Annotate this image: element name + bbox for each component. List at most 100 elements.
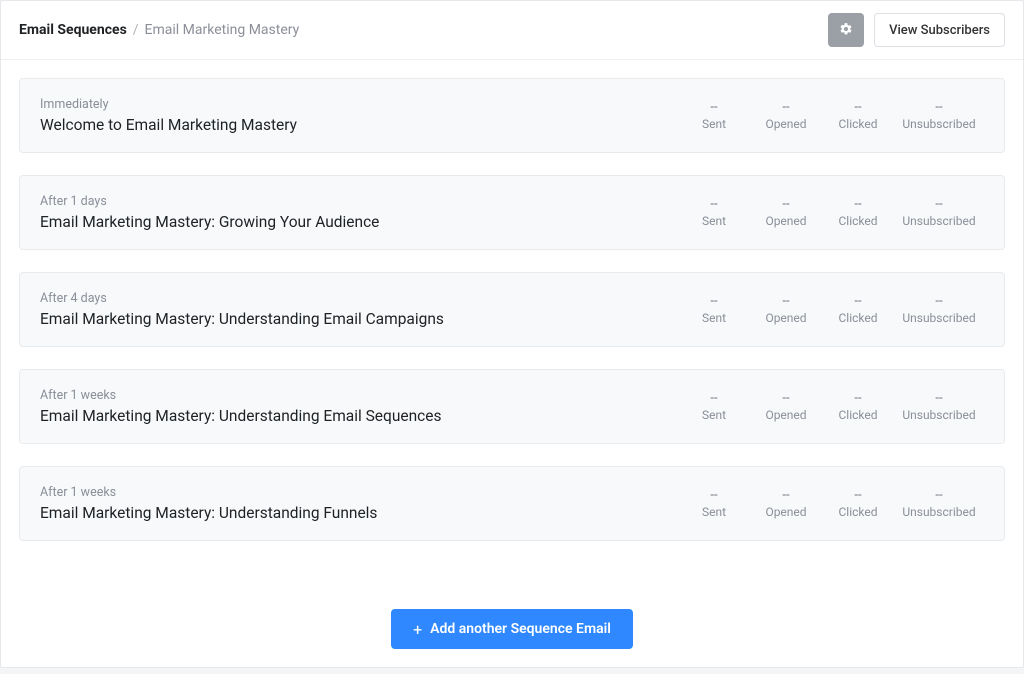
email-timing: After 1 weeks: [40, 485, 678, 500]
header-actions: View Subscribers: [828, 13, 1005, 47]
stat-value: --: [750, 294, 822, 309]
email-card[interactable]: After 1 weeks Email Marketing Mastery: Un…: [19, 369, 1005, 444]
add-sequence-email-button[interactable]: + Add another Sequence Email: [391, 609, 633, 649]
email-timing: After 1 days: [40, 194, 678, 209]
email-title: Email Marketing Mastery: Understanding F…: [40, 504, 678, 522]
stat-clicked: -- Clicked: [822, 197, 894, 228]
email-card[interactable]: After 1 days Email Marketing Mastery: Gro…: [19, 175, 1005, 250]
stat-value: --: [894, 100, 984, 115]
footer: + Add another Sequence Email: [1, 581, 1023, 667]
settings-button[interactable]: [828, 13, 864, 47]
stat-value: --: [822, 488, 894, 503]
stat-value: --: [750, 197, 822, 212]
email-title: Email Marketing Mastery: Understanding E…: [40, 310, 678, 328]
plus-icon: +: [413, 620, 422, 639]
stat-clicked: -- Clicked: [822, 488, 894, 519]
email-info: After 1 days Email Marketing Mastery: Gro…: [40, 194, 678, 231]
stat-value: --: [678, 294, 750, 309]
stat-label: Sent: [678, 408, 750, 422]
stat-value: --: [678, 391, 750, 406]
stat-value: --: [822, 391, 894, 406]
email-card[interactable]: After 1 weeks Email Marketing Mastery: Un…: [19, 466, 1005, 541]
stat-value: --: [750, 488, 822, 503]
stat-clicked: -- Clicked: [822, 294, 894, 325]
stat-value: --: [822, 294, 894, 309]
email-stats: --Sent--Opened--Clicked--Unsubscribed: [678, 294, 984, 325]
stat-label: Opened: [750, 117, 822, 131]
stat-label: Opened: [750, 408, 822, 422]
stat-opened: -- Opened: [750, 294, 822, 325]
stat-label: Clicked: [822, 117, 894, 131]
breadcrumb-current: Email Marketing Mastery: [145, 22, 300, 38]
email-info: After 4 days Email Marketing Mastery: Und…: [40, 291, 678, 328]
stat-value: --: [822, 197, 894, 212]
stat-label: Sent: [678, 117, 750, 131]
page-container: Email Sequences / Email Marketing Master…: [0, 0, 1024, 668]
stat-label: Clicked: [822, 505, 894, 519]
stat-label: Opened: [750, 505, 822, 519]
email-info: After 1 weeks Email Marketing Mastery: Un…: [40, 485, 678, 522]
email-card[interactable]: Immediately Welcome to Email Marketing Ma…: [19, 78, 1005, 153]
stat-sent: -- Sent: [678, 100, 750, 131]
stat-value: --: [750, 391, 822, 406]
stat-label: Clicked: [822, 408, 894, 422]
stat-label: Clicked: [822, 311, 894, 325]
view-subscribers-button[interactable]: View Subscribers: [874, 13, 1005, 47]
stat-sent: -- Sent: [678, 391, 750, 422]
stat-opened: -- Opened: [750, 197, 822, 228]
email-list: Immediately Welcome to Email Marketing Ma…: [1, 60, 1023, 581]
stat-unsubscribed: -- Unsubscribed: [894, 197, 984, 228]
stat-sent: -- Sent: [678, 488, 750, 519]
email-title: Email Marketing Mastery: Growing Your Au…: [40, 213, 678, 231]
stat-value: --: [678, 197, 750, 212]
stat-unsubscribed: -- Unsubscribed: [894, 488, 984, 519]
email-card[interactable]: After 4 days Email Marketing Mastery: Und…: [19, 272, 1005, 347]
stat-label: Unsubscribed: [894, 505, 984, 519]
stat-value: --: [822, 100, 894, 115]
gear-icon: [839, 22, 853, 39]
stat-label: Unsubscribed: [894, 117, 984, 131]
breadcrumb: Email Sequences / Email Marketing Master…: [19, 22, 299, 38]
stat-label: Opened: [750, 214, 822, 228]
stat-label: Clicked: [822, 214, 894, 228]
stat-unsubscribed: -- Unsubscribed: [894, 100, 984, 131]
stat-value: --: [678, 100, 750, 115]
email-timing: Immediately: [40, 97, 678, 112]
stat-value: --: [894, 197, 984, 212]
stat-clicked: -- Clicked: [822, 391, 894, 422]
breadcrumb-separator: /: [133, 22, 139, 38]
email-timing: After 4 days: [40, 291, 678, 306]
stat-value: --: [894, 391, 984, 406]
email-stats: --Sent--Opened--Clicked--Unsubscribed: [678, 391, 984, 422]
stat-label: Sent: [678, 311, 750, 325]
add-sequence-email-label: Add another Sequence Email: [430, 621, 611, 637]
email-info: After 1 weeks Email Marketing Mastery: Un…: [40, 388, 678, 425]
email-info: Immediately Welcome to Email Marketing Ma…: [40, 97, 678, 134]
stat-clicked: -- Clicked: [822, 100, 894, 131]
email-timing: After 1 weeks: [40, 388, 678, 403]
stat-opened: -- Opened: [750, 100, 822, 131]
stat-label: Unsubscribed: [894, 408, 984, 422]
stat-unsubscribed: -- Unsubscribed: [894, 391, 984, 422]
stat-label: Sent: [678, 214, 750, 228]
stat-opened: -- Opened: [750, 488, 822, 519]
stat-opened: -- Opened: [750, 391, 822, 422]
stat-value: --: [750, 100, 822, 115]
stat-label: Unsubscribed: [894, 214, 984, 228]
email-title: Welcome to Email Marketing Mastery: [40, 116, 678, 134]
stat-label: Opened: [750, 311, 822, 325]
page-header: Email Sequences / Email Marketing Master…: [1, 1, 1023, 60]
stat-label: Unsubscribed: [894, 311, 984, 325]
email-stats: --Sent--Opened--Clicked--Unsubscribed: [678, 197, 984, 228]
stat-value: --: [894, 294, 984, 309]
stat-value: --: [894, 488, 984, 503]
breadcrumb-root[interactable]: Email Sequences: [19, 22, 127, 38]
email-stats: --Sent--Opened--Clicked--Unsubscribed: [678, 100, 984, 131]
email-title: Email Marketing Mastery: Understanding E…: [40, 407, 678, 425]
email-stats: --Sent--Opened--Clicked--Unsubscribed: [678, 488, 984, 519]
stat-value: --: [678, 488, 750, 503]
stat-sent: -- Sent: [678, 294, 750, 325]
stat-label: Sent: [678, 505, 750, 519]
stat-unsubscribed: -- Unsubscribed: [894, 294, 984, 325]
stat-sent: -- Sent: [678, 197, 750, 228]
